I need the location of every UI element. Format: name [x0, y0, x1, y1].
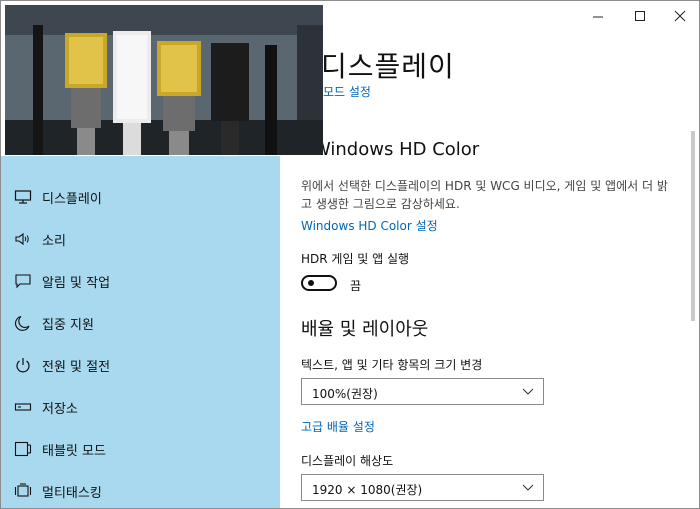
sidebar-item-display[interactable]: 디스플레이: [1, 177, 280, 217]
advanced-scale-link[interactable]: 고급 배율 설정: [301, 418, 375, 435]
multitask-icon: [14, 483, 32, 497]
scale-value: 100%(권장): [312, 387, 378, 401]
sidebar-item-multitasking[interactable]: 멀티태스킹: [1, 471, 280, 508]
sidebar-item-label: 소리: [42, 233, 66, 249]
settings-window: 디스플레이 모드 설정 Windows HD Color 위에서 선택한 디스플…: [0, 0, 700, 509]
sidebar-item-power[interactable]: 전원 및 절전: [1, 345, 280, 385]
hd-color-heading: Windows HD Color: [313, 139, 480, 160]
close-button[interactable]: [657, 1, 699, 31]
chevron-down-icon: [522, 484, 534, 491]
minimize-button[interactable]: [575, 1, 621, 31]
scale-label: 텍스트, 앱 및 기타 항목의 크기 변경: [301, 358, 483, 372]
maximize-icon: [635, 11, 645, 21]
sidebar-item-label: 집중 지원: [42, 317, 94, 333]
toggle-knob: [308, 280, 314, 286]
minimize-icon: [593, 16, 603, 18]
scrollbar[interactable]: [691, 131, 695, 321]
cable-photo: [5, 5, 323, 155]
sidebar-item-sound[interactable]: 소리: [1, 219, 280, 259]
tablet-icon: [14, 441, 32, 457]
moon-icon: [15, 315, 30, 331]
monitor-icon: [14, 190, 32, 204]
mode-settings-link[interactable]: 모드 설정: [323, 83, 371, 100]
notification-icon: [15, 274, 31, 289]
sidebar-item-label: 태블릿 모드: [42, 443, 106, 459]
sidebar-item-tablet[interactable]: 태블릿 모드: [1, 429, 280, 469]
chevron-down-icon: [522, 388, 534, 395]
sidebar-item-notifications[interactable]: 알림 및 작업: [1, 261, 280, 301]
resolution-value: 1920 × 1080(권장): [312, 483, 423, 497]
hdr-label: HDR 게임 및 앱 실행: [301, 252, 410, 266]
scale-layout-heading: 배율 및 레이아웃: [301, 319, 429, 340]
resolution-label: 디스플레이 해상도: [301, 454, 394, 468]
storage-icon: [14, 403, 32, 411]
sidebar-item-label: 저장소: [42, 401, 78, 417]
sidebar-item-focus[interactable]: 집중 지원: [1, 303, 280, 343]
scale-dropdown[interactable]: 100%(권장): [301, 378, 544, 405]
sidebar-item-label: 멀티태스킹: [42, 485, 102, 501]
resolution-dropdown[interactable]: 1920 × 1080(권장): [301, 474, 544, 501]
hd-color-description: 위에서 선택한 디스플레이의 HDR 및 WCG 비디오, 게임 및 앱에서 더…: [301, 179, 668, 211]
hd-color-settings-link[interactable]: Windows HD Color 설정: [301, 217, 438, 234]
power-icon: [16, 358, 30, 373]
sidebar-item-storage[interactable]: 저장소: [1, 387, 280, 427]
sidebar-item-label: 전원 및 절전: [42, 359, 111, 375]
close-icon: [674, 10, 686, 22]
sidebar: 디스플레이 소리 알림 및 작업 집중 지원 전원 및 절전 저장소 태블릿 모…: [1, 156, 280, 508]
sidebar-item-label: 알림 및 작업: [42, 275, 111, 291]
page-title: 디스플레이: [321, 50, 455, 83]
hdr-toggle[interactable]: [301, 275, 337, 291]
sidebar-item-label: 디스플레이: [42, 191, 102, 207]
speaker-icon: [15, 232, 29, 246]
hdr-toggle-state: 끔: [350, 279, 362, 293]
